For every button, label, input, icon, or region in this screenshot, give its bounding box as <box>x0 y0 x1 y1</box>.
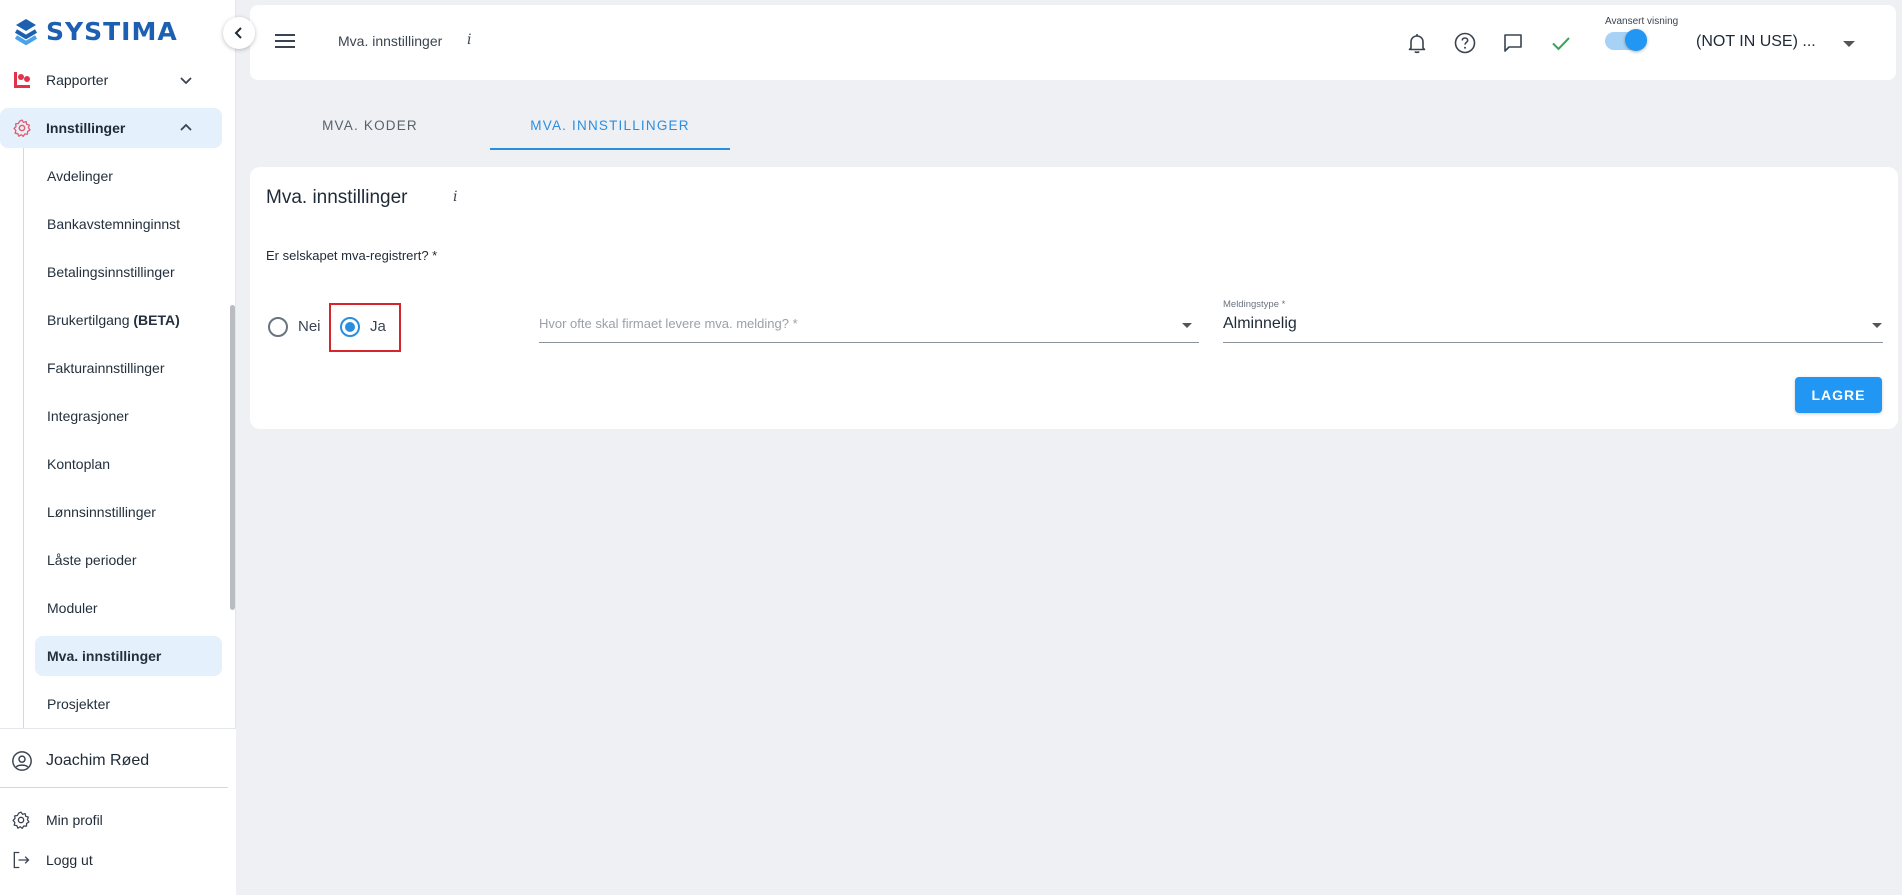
sidebar-subitem-bankavstemninginnst[interactable]: Bankavstemninginnst <box>35 204 222 244</box>
sidebar-subitem-avdelinger[interactable]: Avdelinger <box>35 156 222 196</box>
collapse-sidebar-button[interactable] <box>223 17 255 49</box>
checkmark-icon[interactable] <box>1549 31 1573 55</box>
sidebar-subitem-betalingsinnstillinger[interactable]: Betalingsinnstillinger <box>35 252 222 292</box>
logo-text: SYSTIMA <box>46 16 178 46</box>
sidebar-subitem-integrasjoner[interactable]: Integrasjoner <box>35 396 222 436</box>
sidebar-subitem-label: Integrasjoner <box>47 408 129 424</box>
sidebar-item-label: Rapporter <box>46 72 109 88</box>
logout-icon <box>13 851 30 869</box>
sidebar-subitem-label: Betalingsinnstillinger <box>47 264 175 280</box>
submenu-guide-line <box>23 148 24 728</box>
top-bar: Mva. innstillinger i Avansert visning (N… <box>250 5 1896 80</box>
caret-down-icon[interactable] <box>1843 41 1855 47</box>
info-icon[interactable]: i <box>453 189 457 205</box>
logo[interactable]: SYSTIMA <box>12 16 178 46</box>
user-row[interactable]: Joachim Røed <box>0 743 236 779</box>
vat-registered-question: Er selskapet mva-registrert? * <box>266 248 438 263</box>
sidebar: SYSTIMA Rapporter Innstillinger Avdeling… <box>0 0 236 895</box>
chevron-up-icon <box>180 123 192 131</box>
radio-nei[interactable] <box>268 317 288 337</box>
sidebar-item-rapporter[interactable]: Rapporter <box>0 60 222 100</box>
sidebar-subitem-label: Låste perioder <box>47 552 137 568</box>
settings-card: Mva. innstillinger i Er selskapet mva-re… <box>250 167 1898 429</box>
advanced-view-label: Avansert visning <box>1605 16 1679 27</box>
frequency-select[interactable]: Hvor ofte skal firmaet levere mva. meldi… <box>539 307 1199 343</box>
user-name: Joachim Røed <box>46 752 150 769</box>
meldingstype-select[interactable]: Meldingstype * Alminnelig <box>1223 299 1883 343</box>
logout-link[interactable]: Logg ut <box>0 845 236 875</box>
sidebar-subitem-kontoplan[interactable]: Kontoplan <box>35 444 222 484</box>
sidebar-footer: Joachim Røed Min profil Logg ut <box>0 728 236 895</box>
sidebar-subitem-prosjekter[interactable]: Prosjekter <box>35 684 222 724</box>
sidebar-subitem-lonnsinnstillinger[interactable]: Lønnsinnstillinger <box>35 492 222 532</box>
advanced-view-toggle-knob[interactable] <box>1625 29 1647 51</box>
radio-ja[interactable] <box>340 317 360 337</box>
chart-icon <box>14 72 30 88</box>
sidebar-item-innstillinger[interactable]: Innstillinger <box>0 108 222 148</box>
logout-label: Logg ut <box>46 852 93 868</box>
chat-icon[interactable] <box>1501 31 1525 55</box>
caret-down-icon[interactable] <box>1872 323 1882 328</box>
tab-mva-innstillinger[interactable]: MVA. INNSTILLINGER <box>490 118 730 150</box>
sidebar-subitem-label: Brukertilgang <box>47 312 130 328</box>
min-profil-link[interactable]: Min profil <box>0 805 236 835</box>
meldingstype-label: Meldingstype * <box>1223 299 1286 310</box>
min-profil-label: Min profil <box>46 812 103 828</box>
sidebar-subitem-fakturainnstillinger[interactable]: Fakturainnstillinger <box>35 348 222 388</box>
radio-nei-label[interactable]: Nei <box>298 317 321 337</box>
meldingstype-value: Alminnelig <box>1223 315 1297 332</box>
bell-icon[interactable] <box>1405 31 1429 55</box>
user-circle-icon <box>12 751 32 771</box>
sidebar-subitem-laste-perioder[interactable]: Låste perioder <box>35 540 222 580</box>
chevron-left-icon <box>234 27 242 39</box>
sidebar-subitem-label: Kontoplan <box>47 456 111 472</box>
sidebar-subitem-label: Moduler <box>47 600 98 616</box>
sidebar-subitem-label: Avdelinger <box>47 168 113 184</box>
sidebar-item-label: Innstillinger <box>46 120 126 136</box>
tab-mva-koder[interactable]: MVA. KODER <box>290 118 450 150</box>
sidebar-subitem-moduler[interactable]: Moduler <box>35 588 222 628</box>
card-title: Mva. innstillinger <box>266 187 408 208</box>
systima-logo-icon <box>14 19 38 45</box>
sidebar-subitem-mva-innstillinger[interactable]: Mva. innstillinger <box>35 636 222 676</box>
sidebar-subitem-label: Fakturainnstillinger <box>47 360 165 376</box>
divider <box>0 787 228 788</box>
save-button[interactable]: LAGRE <box>1795 377 1882 413</box>
sidebar-subitem-label: Lønnsinnstillinger <box>47 504 156 520</box>
breadcrumb: Mva. innstillinger <box>338 33 443 49</box>
sidebar-subitem-label: Bankavstemninginnst <box>47 216 181 232</box>
active-tab-indicator <box>490 148 730 150</box>
chevron-down-icon <box>180 77 192 85</box>
gear-icon <box>12 811 30 829</box>
sidebar-scrollbar-thumb[interactable] <box>230 305 235 610</box>
sidebar-subitem-label: Prosjekter <box>47 696 111 712</box>
frequency-placeholder: Hvor ofte skal firmaet levere mva. meldi… <box>539 316 798 331</box>
radio-ja-label[interactable]: Ja <box>370 317 386 337</box>
caret-down-icon[interactable] <box>1182 323 1192 328</box>
menu-icon[interactable] <box>275 33 295 49</box>
beta-badge: (BETA) <box>133 312 180 328</box>
gear-icon <box>13 119 31 137</box>
sidebar-subitem-label: Mva. innstillinger <box>47 648 162 664</box>
company-selector[interactable]: (NOT IN USE) ... <box>1696 33 1816 51</box>
help-icon[interactable] <box>1453 31 1477 55</box>
info-icon[interactable]: i <box>467 32 471 48</box>
sidebar-subitem-brukertilgang[interactable]: Brukertilgang (BETA) <box>35 300 222 340</box>
